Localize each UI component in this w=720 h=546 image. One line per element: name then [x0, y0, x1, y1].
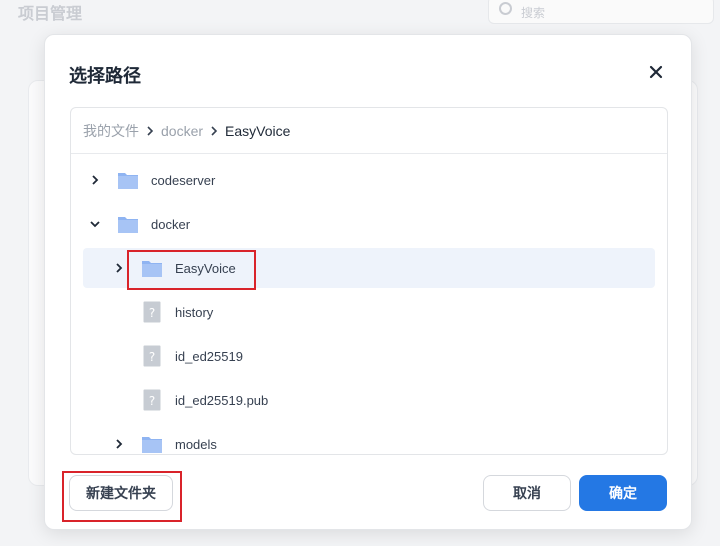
close-button[interactable]: [645, 61, 667, 83]
cancel-button[interactable]: 取消: [483, 475, 571, 511]
chevron-right-icon: [210, 125, 218, 136]
background-search-placeholder: 搜索: [521, 6, 546, 20]
breadcrumb-item: EasyVoice: [225, 122, 291, 139]
new-folder-button[interactable]: 新建文件夹: [69, 475, 173, 511]
tree-node-label: models: [175, 436, 217, 452]
tree-node-label: codeserver: [151, 172, 216, 188]
close-icon: [649, 65, 663, 79]
tree-folder-row[interactable]: codeserver: [83, 160, 655, 200]
tree-node-label: id_ed25519.pub: [175, 392, 269, 408]
tree-file-row[interactable]: ? id_ed25519: [83, 336, 655, 376]
breadcrumb: 我的文件 docker EasyVoice: [71, 108, 667, 154]
confirm-button[interactable]: 确定: [579, 475, 667, 511]
tree-file-row[interactable]: ? history: [83, 292, 655, 332]
file-icon: ?: [143, 389, 165, 411]
chevron-right-icon: [146, 125, 154, 136]
svg-text:?: ?: [149, 306, 155, 320]
breadcrumb-item[interactable]: 我的文件: [83, 121, 139, 141]
folder-icon: [141, 257, 163, 279]
dialog-title: 选择路径: [69, 66, 141, 86]
chevron-down-icon[interactable]: [87, 216, 103, 232]
file-icon: ?: [143, 301, 165, 323]
tree-folder-row[interactable]: EasyVoice: [83, 248, 655, 288]
folder-tree: codeserver docker EasyVoice? history? id_ed2…: [71, 154, 667, 454]
chevron-right-icon[interactable]: [111, 436, 127, 452]
svg-text:?: ?: [149, 394, 155, 408]
folder-icon: [117, 213, 139, 235]
file-icon: ?: [143, 345, 165, 367]
tree-node-label: id_ed25519: [175, 348, 243, 364]
svg-text:?: ?: [149, 350, 155, 364]
tree-file-row[interactable]: ? id_ed25519.pub: [83, 380, 655, 420]
breadcrumb-item[interactable]: docker: [161, 123, 203, 139]
tree-folder-row[interactable]: docker: [83, 204, 655, 244]
chevron-right-icon[interactable]: [87, 172, 103, 188]
background-page-title: 项目管理: [18, 6, 83, 23]
tree-folder-row[interactable]: models: [83, 424, 655, 454]
tree-node-label: docker: [151, 216, 191, 232]
file-browser: 我的文件 docker EasyVoice codeserver docker Easy…: [70, 107, 668, 455]
search-icon: [499, 2, 512, 15]
tree-node-label: history: [175, 304, 214, 320]
tree-node-label: EasyVoice: [175, 260, 236, 276]
chevron-right-icon[interactable]: [111, 260, 127, 276]
folder-icon: [117, 169, 139, 191]
background-search-input[interactable]: 搜索: [488, 0, 714, 24]
folder-icon: [141, 433, 163, 454]
select-path-dialog: 选择路径 我的文件 docker EasyVoice codeserver docke…: [44, 34, 692, 530]
